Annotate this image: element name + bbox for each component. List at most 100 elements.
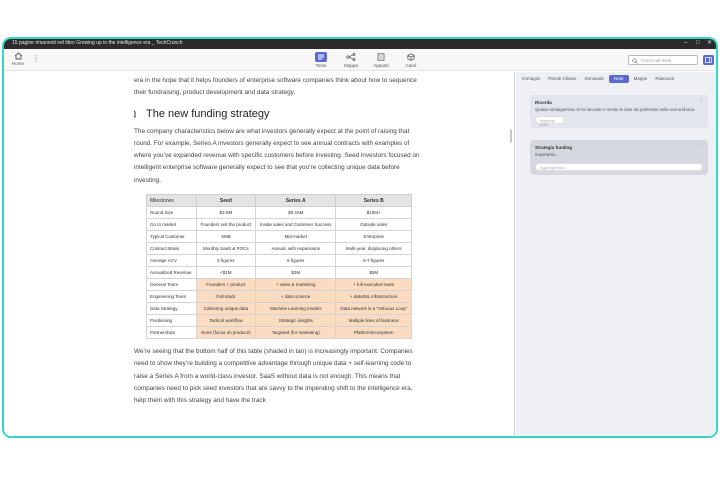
note-input-placeholder: Aggiungi testo... [540,118,555,127]
tool-mappa[interactable]: Mappa [342,52,360,68]
text-icon [315,52,327,62]
tool-label: Testo [315,63,327,68]
table-row: Positioning Tactical workflow Strategic in… [146,314,412,328]
table-cell: Full-stack [195,290,256,304]
table-cell: Multi-year, displacing others [335,242,412,256]
tool-carol[interactable]: Carol [402,52,420,68]
tool-testo[interactable]: Testo [312,52,330,68]
table-cell: Outside sales [335,218,412,232]
note-card[interactable]: Strategia funding Importante... ⋮ Aggiun… [530,140,708,175]
row-label-cell: Positioning [146,314,197,328]
row-label-cell: Data Strategy [146,302,197,316]
document-scrollbar[interactable] [510,129,512,143]
table-header-row: Milestones Seed Series A Series B [146,194,412,208]
table-cell: Monthly SaaS & POCs [195,242,256,256]
table-row: Partnerships None (focus on product!) Targ… [146,326,412,340]
table-cell: + data science [254,290,337,304]
table-row: Typical Customer SMB Mid-market Enterprise [146,230,412,244]
table-cell: None (focus on product!) [195,326,256,340]
tab-parole-chiave[interactable]: Parole Chiave [545,75,579,83]
table-cell: Targeted (for marketing) [254,326,337,340]
tab-mappe[interactable]: Mappe [631,75,651,83]
table-cell: Annual, with expansions [254,242,337,256]
search-input[interactable]: Cerca nel testo [628,55,698,65]
table-row: Go to market Founders sell the product Ins… [146,218,412,232]
close-button[interactable]: ✕ [707,40,712,47]
table-cell: Multiple lines of business [335,314,412,328]
sidebar-icon [705,57,712,63]
more-menu-button[interactable]: ⋮ [32,55,40,63]
mindmap-icon [345,52,357,62]
tab-immagini[interactable]: Immagini [519,75,543,83]
cube-icon [405,52,417,62]
table-body: Round Size $2-5M $5-15M $15M+ Go to market Fo… [146,206,412,340]
body-paragraph: We’re seeing that the bottom half of thi… [134,348,413,405]
table-cell: $15M+ [335,206,412,220]
table-cell: $2-5M [195,206,256,220]
section-heading: The new funding strategy [134,108,424,120]
document-view: era in the hope that it helps founders o… [134,72,424,436]
intro-paragraph: era in the hope that it helps founders o… [134,77,417,97]
table-row: Average ACV 5 figures 6 figures 6-7 figures [146,254,412,268]
maximize-button[interactable]: □ [696,40,700,47]
row-label-cell: Typical Customer [146,230,197,244]
tab-riassunti[interactable]: Riassunti [652,75,677,83]
table-cell: Founders sell the product [195,218,256,232]
row-label-cell: Partnerships [146,326,197,340]
page-title: The new funding strategy [146,107,270,120]
tool-label: Mappa [344,63,358,68]
table-row: Data Strategy Collecting unique data Machi… [146,302,412,316]
minimize-button[interactable]: – [684,40,687,47]
table-cell: Mid-market [254,230,337,244]
table-cell: + data/ML infrastructure [335,290,412,304]
table-cell: Collecting unique data [195,302,256,316]
table-cell: + full executive team [335,278,412,292]
note-edit-icon[interactable] [134,109,136,118]
toggle-panel-button[interactable] [703,55,714,65]
search-placeholder: Cerca nel testo [641,58,672,63]
table-cell: $5-15M [254,206,337,220]
note-input[interactable]: Aggiungi testo... [535,163,703,171]
search-icon [632,58,638,64]
column-header: Milestones [146,194,197,208]
table-cell: Founders + product [195,278,256,292]
home-button[interactable]: Home [10,52,26,66]
table-cell: Data network is a “Virtuous Loop” [335,302,412,316]
note-card[interactable]: Ricorda Quanta stratagemma mi ha lanciat… [530,95,708,128]
row-label-cell: Average ACV [146,254,197,268]
note-title: Ricorda [535,100,552,105]
row-label-cell: General Team [146,278,197,292]
more-vertical-icon[interactable]: ⋮ [699,99,704,104]
note-input-placeholder: Aggiungi testo... [540,165,568,170]
table-cell: $3M [254,266,337,280]
row-label-cell: Round Size [146,206,197,220]
table-cell: Strategic insights [254,314,337,328]
tool-group: Testo Mappa Appunti Carol [312,52,420,68]
table-cell: Tactical workflow [195,314,256,328]
table-row: General Team Founders + product + sales & … [146,278,412,292]
tool-label: Carol [405,63,417,68]
app-window: 15 pagine rimanenti nel libro Growing up… [2,37,718,438]
table-cell: <$1M [195,266,256,280]
tool-label: Appunti [373,63,389,68]
panel-tabs: Immagini Parole Chiave Domande Note Mapp… [519,75,677,83]
table-cell: SMB [195,230,256,244]
panel-divider[interactable] [514,72,515,436]
tool-appunti[interactable]: Appunti [372,52,390,68]
table-row: Engineering Team Full-stack + data science… [146,290,412,304]
note-title: Strategia funding [535,145,572,150]
table-cell: $5M [335,266,412,280]
notes-icon [375,52,387,62]
note-input[interactable]: Aggiungi testo... [535,116,565,127]
tab-domande[interactable]: Domande [582,75,608,83]
table-cell: Enterprise [335,230,412,244]
table-cell: Machine Learning models [254,302,337,316]
table-cell: Platform/ecosystem [335,326,412,340]
row-label-cell: Contract Basis [146,242,197,256]
table-row: Annualized Revenue <$1M $3M $5M [146,266,412,280]
note-text: Quanta stratagemma mi ha lanciato in men… [535,107,695,112]
column-header: Series A [254,194,337,208]
tab-note[interactable]: Note [609,75,629,83]
more-vertical-icon[interactable]: ⋮ [699,144,704,149]
title-bar: 15 pagine rimanenti nel libro Growing up… [4,39,716,49]
